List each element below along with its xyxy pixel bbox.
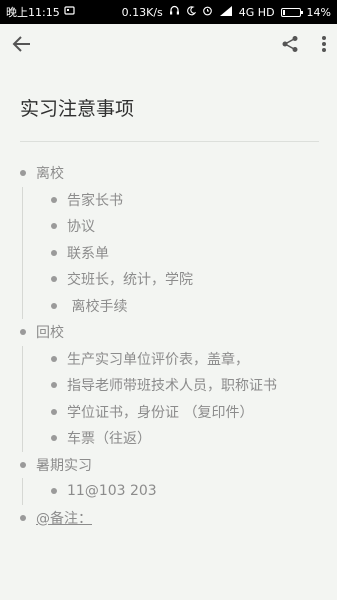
outline-row[interactable]: 生产实习单位评价表，盖章， [51,346,319,373]
bullet-icon [51,355,57,362]
outline-item-label: 暑期实习 [36,457,92,474]
outline-item: 暑期实习 11@103 203 [20,452,319,505]
signal-icon [219,5,233,19]
bullet-icon [51,435,57,442]
outline-row[interactable]: 车票（往返） [51,425,319,452]
outline-row[interactable]: 指导老师带班技术人员，职称证书 [51,372,319,399]
more-options-button[interactable] [321,35,327,57]
bullet-icon [20,461,26,468]
outline-row[interactable]: 告家长书 [51,187,319,214]
status-bar: 晚上11:15 0.13K/s 4G HD 14% [0,0,337,24]
outline-child-label: 生产实习单位评价表，盖章， [67,351,249,368]
outline-child-label: 交班长，统计，学院 [67,272,193,289]
outline-child-item: 学位证书，身份证 （复印件） [51,399,319,426]
android-notification-icon [64,5,75,19]
status-right: 0.13K/s 4G HD 14% [122,5,331,19]
outline-child-label: 联系单 [67,245,109,262]
outline-child-label: 11@103 203 [67,483,157,500]
back-button[interactable] [12,34,32,58]
outline-row[interactable]: 暑期实习 [20,452,319,479]
outline-child-item: 联系单 [51,240,319,267]
outline-item: @备注： [20,505,319,532]
outline-row[interactable]: @备注： [20,505,319,532]
outline-item: 回校 生产实习单位评价表，盖章， 指导老师带班技术人员，职称证书 学位证书，身份… [20,319,319,452]
outline-child-label: 告家长书 [67,192,123,209]
outline-item: 离校 告家长书 协议 联系单 交班长，统计，学院 离校手续 [20,160,319,319]
battery-level-fill [282,9,285,15]
outline-row[interactable]: 联系单 [51,240,319,267]
bullet-icon [51,196,57,203]
outline-child-label: 协议 [67,219,95,236]
outline-children: 告家长书 协议 联系单 交班长，统计，学院 离校手续 [22,186,319,320]
outline-row[interactable]: 离校 [20,160,319,187]
status-left: 晚上11:15 [6,4,75,20]
outline-item-label: @备注： [36,510,92,527]
bullet-icon [51,302,57,309]
status-time: 晚上11:15 [6,6,60,19]
outline-child-label: 指导老师带班技术人员，职称证书 [67,378,277,395]
outline-child-label: 离校手续 [67,298,128,315]
toolbar [0,24,337,68]
net-speed: 0.13K/s [121,5,163,19]
moon-icon [186,5,197,19]
toolbar-actions [281,35,327,57]
outline-child-item: 交班长，统计，学院 [51,266,319,293]
headphones-icon [169,5,180,19]
outline-row[interactable]: 离校手续 [51,293,319,320]
bullet-icon [51,382,57,389]
bullet-icon [51,276,57,283]
outline-child-item: 车票（往返） [51,425,319,452]
outline-child-item: 生产实习单位评价表，盖章， [51,346,319,373]
note-content: 实习注意事项 离校 告家长书 协议 联系单 交班长，统计，学院 离校手续 回校 [0,94,337,531]
outline-list: 离校 告家长书 协议 联系单 交班长，统计，学院 离校手续 回校 生产实习单位评… [20,160,319,531]
outline-child-item: 协议 [51,213,319,240]
network-type: 4G HD [238,5,275,19]
battery-percent: 14% [306,5,331,19]
outline-child-label: 学位证书，身份证 （复印件） [67,404,254,421]
bullet-icon [20,514,26,521]
bullet-icon [51,488,57,495]
outline-child-label: 车票（往返） [67,431,151,448]
outline-item-label: 离校 [36,166,64,183]
outline-children: 11@103 203 [22,478,319,505]
outline-row[interactable]: 学位证书，身份证 （复印件） [51,399,319,426]
outline-item-label: 回校 [36,325,64,342]
share-button[interactable] [281,35,299,57]
outline-child-item: 离校手续 [51,293,319,320]
outline-child-item: 告家长书 [51,187,319,214]
share-icon [281,35,299,57]
bullet-icon [20,329,26,336]
outline-row[interactable]: 交班长，统计，学院 [51,266,319,293]
battery-icon [280,7,303,17]
outline-child-item: 11@103 203 [51,478,319,505]
note-title[interactable]: 实习注意事项 [20,94,319,142]
bullet-icon [51,249,57,256]
arrow-back-icon [12,34,32,58]
bullet-icon [51,408,57,415]
more-vert-icon [321,35,327,57]
outline-row[interactable]: 回校 [20,319,319,346]
outline-children: 生产实习单位评价表，盖章， 指导老师带班技术人员，职称证书 学位证书，身份证 （… [22,345,319,452]
outline-row[interactable]: 11@103 203 [51,478,319,505]
alarm-icon [202,5,213,19]
outline-child-item: 指导老师带班技术人员，职称证书 [51,372,319,399]
outline-row[interactable]: 协议 [51,213,319,240]
bullet-icon [51,223,57,230]
bullet-icon [20,170,26,177]
